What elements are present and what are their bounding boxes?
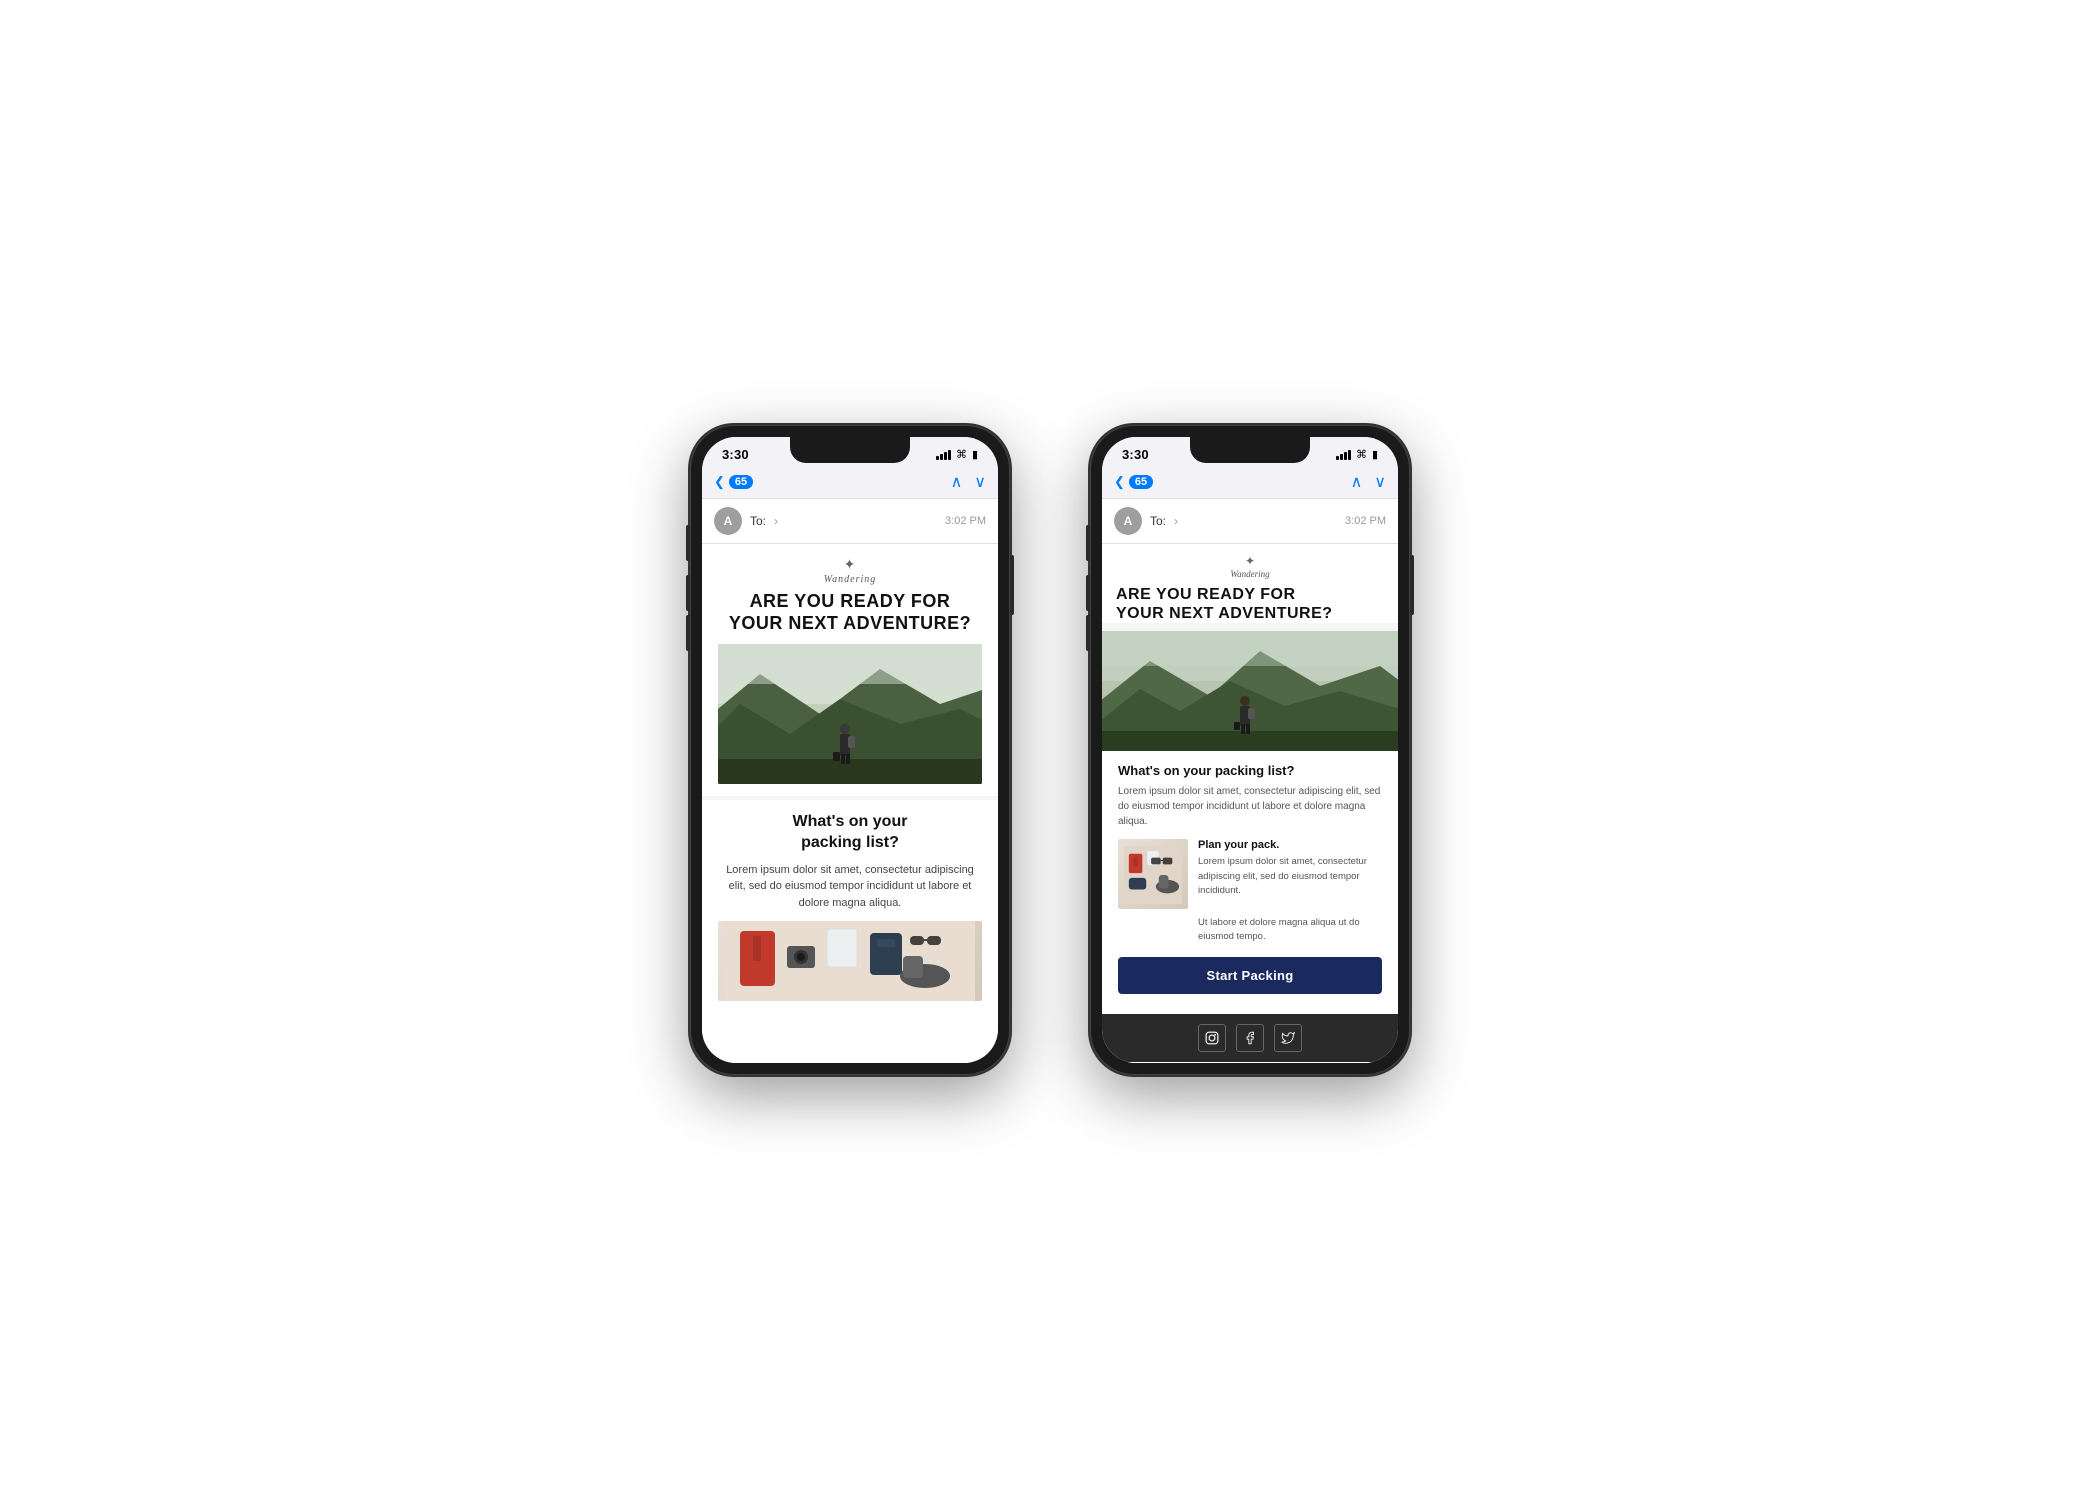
twitter-icon[interactable] xyxy=(1274,1024,1302,1052)
status-icons-right: ⌘ ▮ xyxy=(1336,448,1378,461)
email-content-right: ✦ Wandering ARE YOU READY FOR YOUR NEXT … xyxy=(1102,544,1398,1063)
email-scroll-left[interactable]: ✦ Wandering ARE YOU READY FOR YOUR NEXT … xyxy=(702,544,998,1063)
email-body-right: ✦ Wandering ARE YOU READY FOR YOUR NEXT … xyxy=(1102,544,1398,1063)
phone-left: 3:30 ⌘ ▮ ❮ 65 ∧ ∨ xyxy=(690,425,1010,1075)
nav-down-left[interactable]: ∨ xyxy=(974,472,986,492)
avatar-left: A xyxy=(714,507,742,535)
hero-image-right xyxy=(1102,631,1398,751)
packing-section-title-right: What's on your packing list? xyxy=(1118,763,1382,778)
mail-badge-left[interactable]: 65 xyxy=(729,475,753,489)
packing-title-left: What's on yourpacking list? xyxy=(718,812,982,854)
phone-right: 3:30 ⌘ ▮ ❮ 65 ∧ ∨ xyxy=(1090,425,1410,1075)
brand-logo-left: ✦ Wandering xyxy=(702,544,998,591)
hero-top-right: ✦ Wandering ARE YOU READY FOR YOUR NEXT … xyxy=(1102,544,1398,623)
instagram-icon[interactable] xyxy=(1198,1024,1226,1052)
plan-desc2-right: Ut labore et dolore magna aliqua ut do e… xyxy=(1198,916,1382,945)
mail-header-right: ❮ 65 ∧ ∨ xyxy=(1102,466,1398,499)
to-label-left: To: xyxy=(750,514,766,528)
to-label-right: To: xyxy=(1150,514,1166,528)
from-arrow-right: › xyxy=(1174,514,1178,528)
mail-back-right[interactable]: ❮ 65 xyxy=(1114,474,1153,490)
hero-headline-left: ARE YOU READY FOR YOUR NEXT ADVENTURE? xyxy=(718,591,982,634)
packing-text-left: Lorem ipsum dolor sit amet, consectetur … xyxy=(718,862,982,912)
mail-from-right: A To: › 3:02 PM xyxy=(1102,499,1398,544)
logo-sun-left: ✦ xyxy=(844,556,857,573)
nav-up-left[interactable]: ∧ xyxy=(951,472,963,492)
plan-item-img-right xyxy=(1118,839,1188,909)
footer-light-right: Manage Preferences | Unsubscribe | Priva… xyxy=(1102,1062,1398,1063)
packing-section-left: What's on yourpacking list? Lorem ipsum … xyxy=(702,800,998,1013)
mail-from-left: A To: › 3:02 PM xyxy=(702,499,998,544)
mail-nav-right: ∧ ∨ xyxy=(1351,472,1386,492)
battery-icon-left: ▮ xyxy=(972,448,978,461)
nav-up-right[interactable]: ∧ xyxy=(1351,472,1363,492)
status-time-right: 3:30 xyxy=(1122,447,1149,462)
signal-icon-left xyxy=(936,450,951,460)
mail-from-right-section: A To: › xyxy=(1114,507,1178,535)
gear-image-left xyxy=(718,921,982,1001)
status-time-left: 3:30 xyxy=(722,447,749,462)
logo-text-right: Wandering xyxy=(1230,569,1269,579)
mail-back-left[interactable]: ❮ 65 xyxy=(714,474,753,490)
mail-time-right: 3:02 PM xyxy=(1345,515,1386,527)
from-arrow-left: › xyxy=(774,514,778,528)
back-chevron-right[interactable]: ❮ xyxy=(1114,474,1125,490)
status-icons-left: ⌘ ▮ xyxy=(936,448,978,461)
mail-badge-right[interactable]: 65 xyxy=(1129,475,1153,489)
facebook-icon[interactable] xyxy=(1236,1024,1264,1052)
signal-icon-right xyxy=(1336,450,1351,460)
plan-section-right: What's on your packing list? Lorem ipsum… xyxy=(1102,751,1398,1013)
back-chevron-left[interactable]: ❮ xyxy=(714,474,725,490)
mail-header-left: ❮ 65 ∧ ∨ xyxy=(702,466,998,499)
mail-from-left-section: A To: › xyxy=(714,507,778,535)
footer-dark-right xyxy=(1102,1014,1398,1062)
wifi-icon-left: ⌘ xyxy=(956,448,967,461)
plan-item-right: Plan your pack. Lorem ipsum dolor sit am… xyxy=(1118,839,1382,944)
battery-icon-right: ▮ xyxy=(1372,448,1378,461)
notch-right xyxy=(1190,437,1310,463)
mountain-svg-left xyxy=(718,644,982,784)
mail-nav-left: ∧ ∨ xyxy=(951,472,986,492)
mail-time-left: 3:02 PM xyxy=(945,515,986,527)
logo-text-left: Wandering xyxy=(824,574,877,585)
email-content-left: ✦ Wandering ARE YOU READY FOR YOUR NEXT … xyxy=(702,544,998,1013)
email-scroll-right[interactable]: ✦ Wandering ARE YOU READY FOR YOUR NEXT … xyxy=(1102,544,1398,1063)
plan-desc1-right: Lorem ipsum dolor sit amet, consectetur … xyxy=(1198,855,1382,898)
hero-image-left xyxy=(718,644,982,784)
plan-item-text-right: Plan your pack. Lorem ipsum dolor sit am… xyxy=(1198,839,1382,944)
nav-down-right[interactable]: ∨ xyxy=(1374,472,1386,492)
packing-intro-right: Lorem ipsum dolor sit amet, consectetur … xyxy=(1118,784,1382,829)
notch-left xyxy=(790,437,910,463)
hero-section-left: ARE YOU READY FOR YOUR NEXT ADVENTURE? xyxy=(702,591,998,796)
email-body-left: ✦ Wandering ARE YOU READY FOR YOUR NEXT … xyxy=(702,544,998,1063)
hero-headline-right: ARE YOU READY FOR YOUR NEXT ADVENTURE? xyxy=(1116,585,1384,623)
wifi-icon-right: ⌘ xyxy=(1356,448,1367,461)
cta-button-right[interactable]: Start Packing xyxy=(1118,957,1382,994)
avatar-right: A xyxy=(1114,507,1142,535)
plan-title-right: Plan your pack. xyxy=(1198,839,1382,851)
